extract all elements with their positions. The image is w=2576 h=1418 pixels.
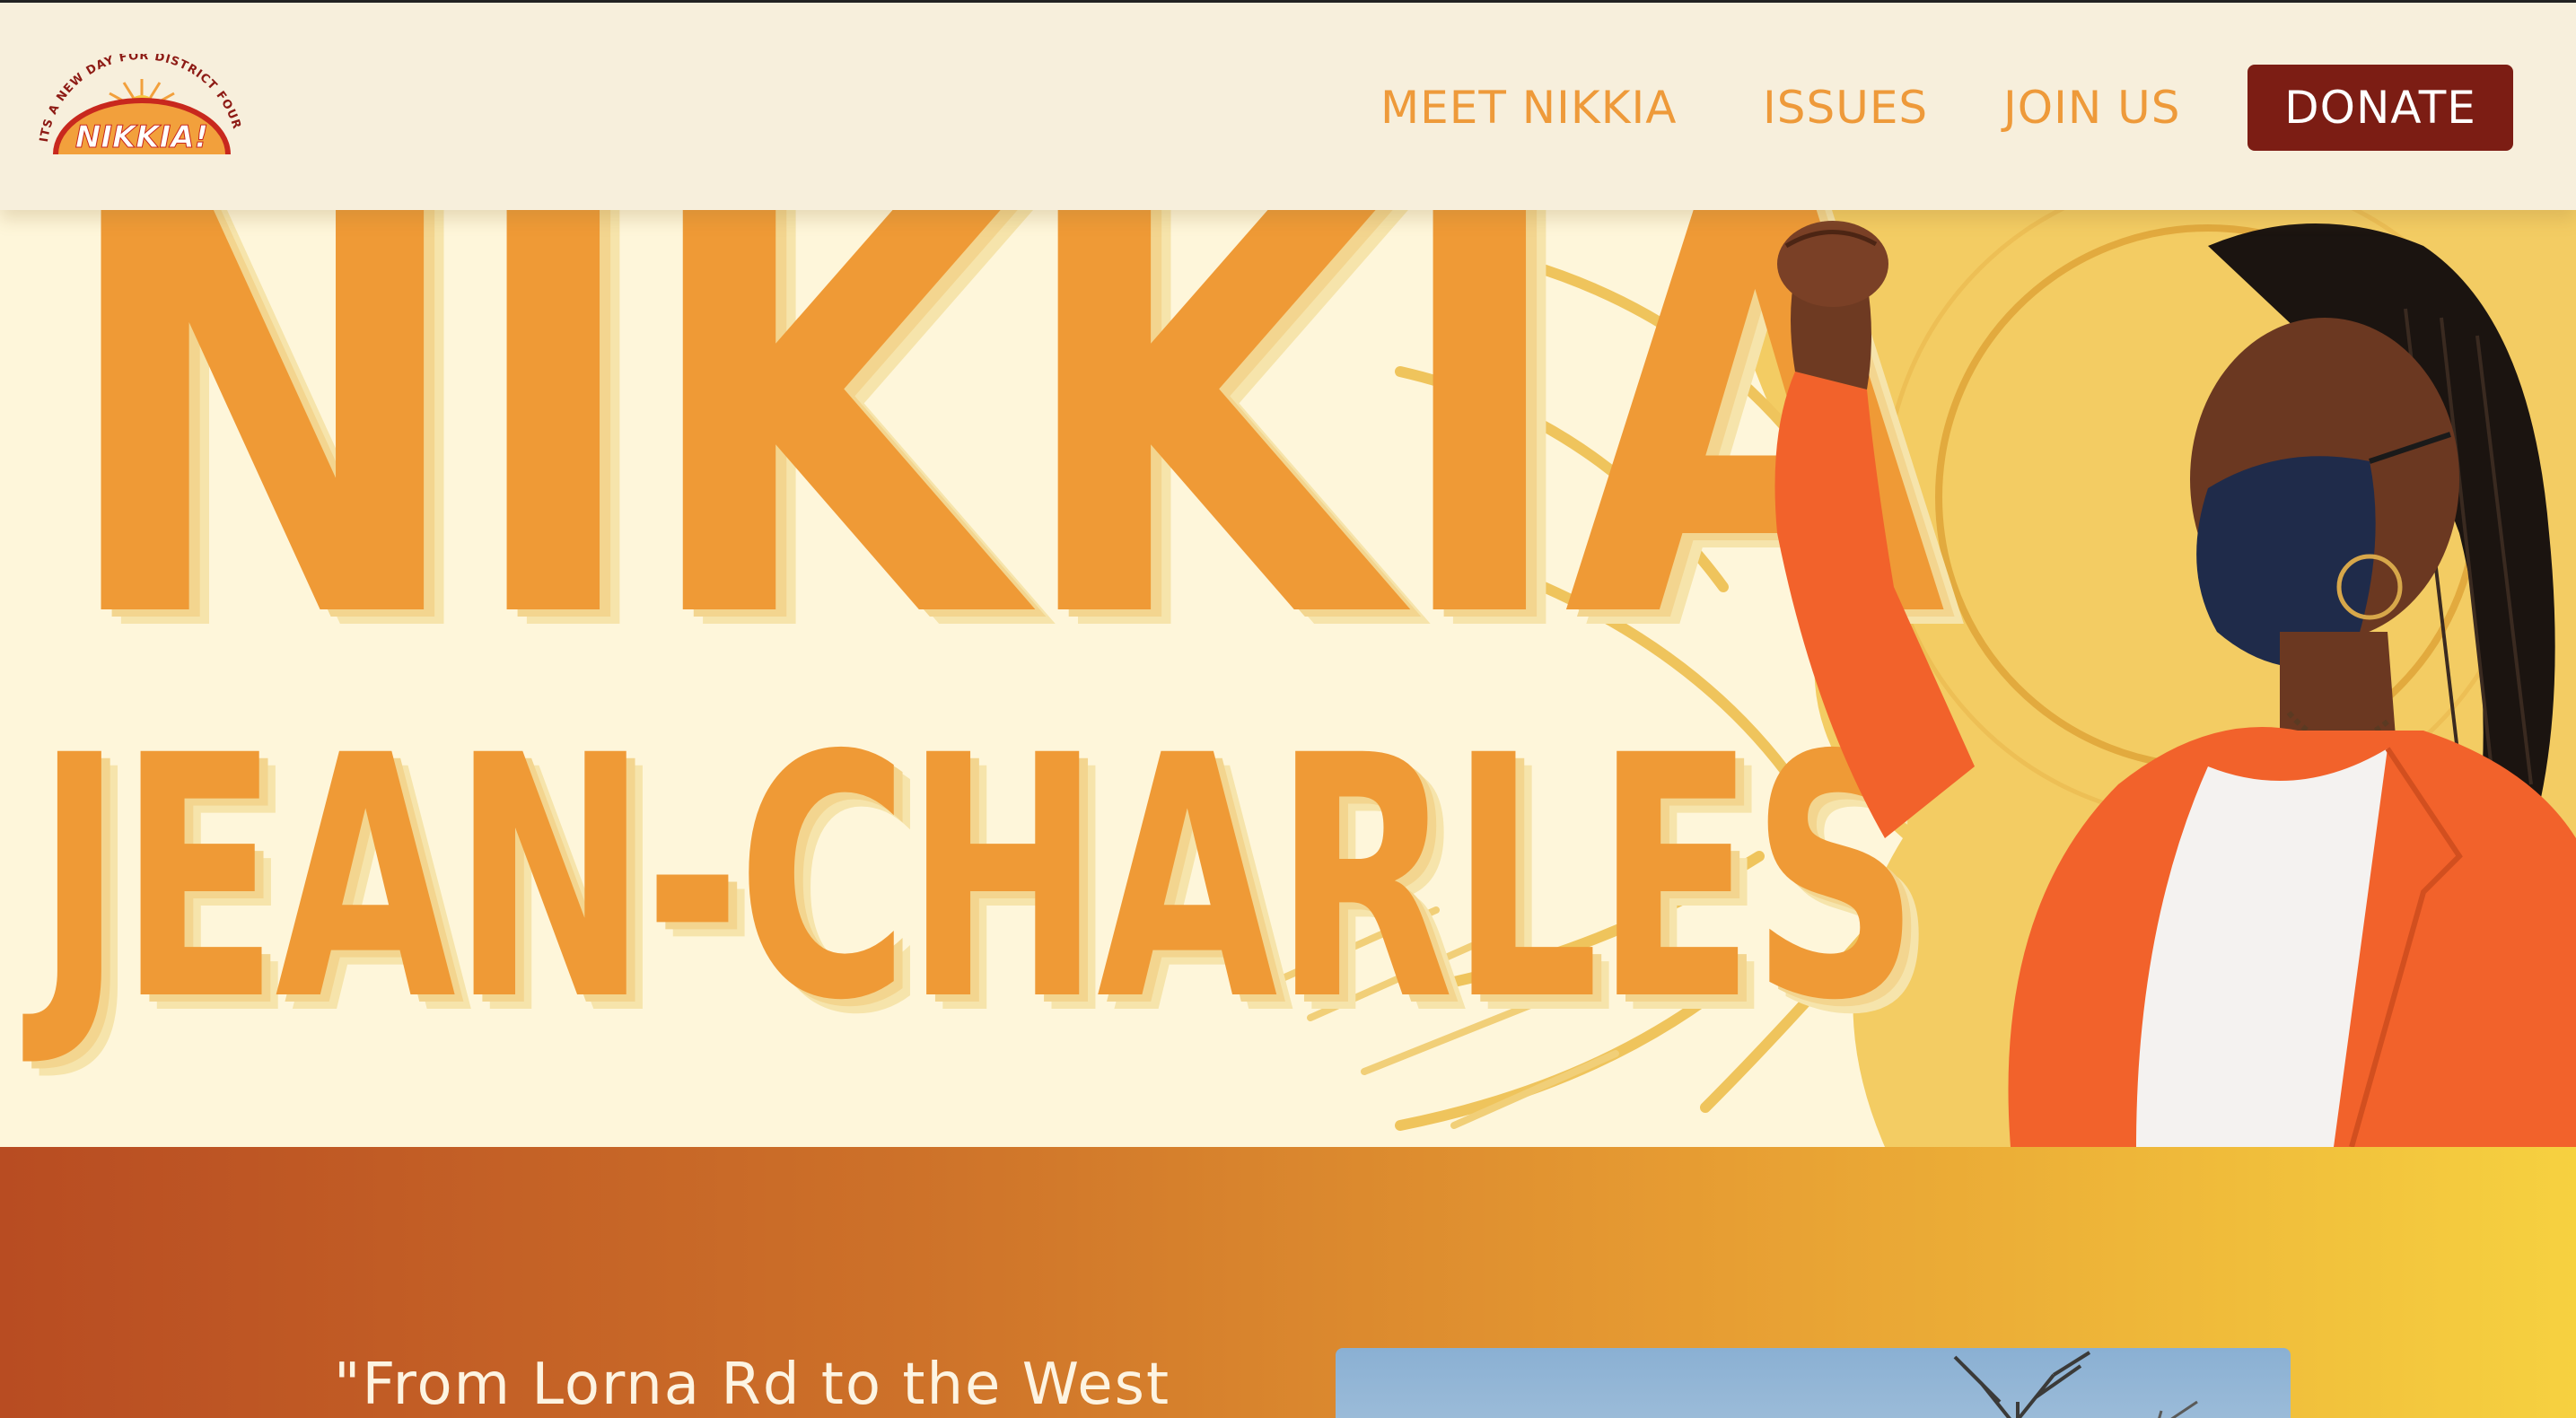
candidate-portrait-image <box>1774 221 2576 1147</box>
intro-band: "From Lorna Rd to the West <box>0 1147 2576 1418</box>
sun-logo-icon: ITS A NEW DAY FOR DISTRICT FOUR NIKKIA! <box>38 54 242 156</box>
nav-issues[interactable]: ISSUES <box>1763 65 1928 151</box>
intro-quote: "From Lorna Rd to the West <box>334 1352 1171 1418</box>
donate-button[interactable]: DONATE <box>2247 65 2513 151</box>
hero-last-name: JEAN-CHARLES <box>36 685 1920 1073</box>
hero-first-name: NIKKIA <box>56 210 1946 745</box>
campaign-logo[interactable]: ITS A NEW DAY FOR DISTRICT FOUR NIKKIA! <box>34 54 250 162</box>
logo-wordmark: NIKKIA! <box>75 119 208 155</box>
nav-meet-nikkia[interactable]: MEET NIKKIA <box>1380 65 1677 151</box>
window-top-border <box>0 0 2576 3</box>
bare-tree-photo-icon <box>1953 1351 2198 1418</box>
community-photo <box>1336 1348 2291 1418</box>
hero-section: NIKKIA JEAN-CHARLES <box>0 210 2576 1147</box>
nav-join-us[interactable]: JOIN US <box>2003 65 2180 151</box>
site-header: ITS A NEW DAY FOR DISTRICT FOUR NIKKIA! … <box>0 0 2576 210</box>
